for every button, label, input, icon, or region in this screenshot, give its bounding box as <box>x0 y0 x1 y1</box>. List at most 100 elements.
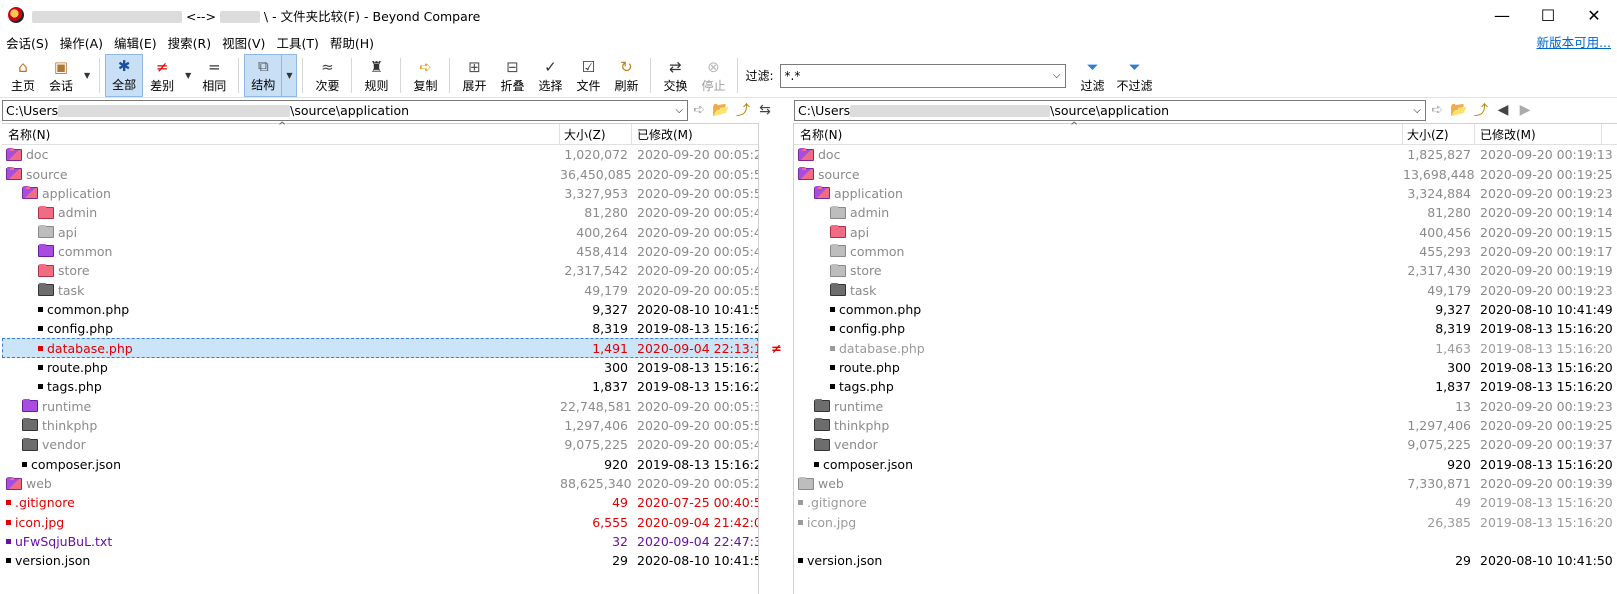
folder-row[interactable]: doc 1,825,827 2020-09-20 00:19:13 <box>794 145 1613 164</box>
no-filter-button[interactable]: ⏷ 不过滤 <box>1112 54 1158 97</box>
right-path-input[interactable]: C:\Users \source\application ⌵ <box>794 99 1426 121</box>
file-row[interactable]: route.php 300 2019-08-13 15:16:20 <box>2 358 770 377</box>
left-path-input[interactable]: C:\Users \source\application ⌵ <box>2 99 688 121</box>
folder-row[interactable]: common 458,414 2020-09-20 00:05:43 <box>2 242 770 261</box>
stop-button[interactable]: ⊗ 停止 <box>694 54 732 97</box>
file-row[interactable]: composer.json 920 2019-08-13 15:16:20 <box>794 455 1613 474</box>
collapse-button[interactable]: ⊟ 折叠 <box>493 54 531 97</box>
maximize-button[interactable]: ☐ <box>1525 0 1571 30</box>
folder-row[interactable]: source 36,450,085 2020-09-20 00:05:52 <box>2 164 770 183</box>
close-button[interactable]: ✕ <box>1571 0 1617 30</box>
left-file-pane[interactable]: ^ 名称(N) 大小(Z) 已修改(M) doc 1,020,072 2020-09… <box>2 121 770 594</box>
menu-tools[interactable]: 工具(T) <box>276 33 318 52</box>
file-row[interactable]: config.php 8,319 2019-08-13 15:16:20 <box>794 319 1613 338</box>
size-column-header[interactable]: 大小(Z) <box>1403 124 1475 144</box>
file-row[interactable]: route.php 300 2019-08-13 15:16:20 <box>794 358 1613 377</box>
open-folder-icon[interactable]: 📂 <box>1448 102 1470 118</box>
row-name-cell: common.php <box>2 302 560 317</box>
row-name-cell: tags.php <box>794 379 1403 394</box>
chevron-down-icon[interactable]: ⌵ <box>675 105 687 116</box>
copy-to-other-icon[interactable]: ➪ <box>688 102 710 118</box>
folder-row[interactable]: web 88,625,340 2020-09-20 00:05:26 <box>2 474 770 493</box>
open-folder-icon[interactable]: 📂 <box>710 102 732 118</box>
folder-row[interactable]: thinkphp 1,297,406 2020-09-20 00:05:52 <box>2 416 770 435</box>
right-file-pane[interactable]: ^ 名称(N) 大小(Z) 已修改(M) doc 1,825,827 2020-09… <box>794 121 1617 594</box>
folder-row[interactable]: api 400,264 2020-09-20 00:05:49 <box>2 222 770 241</box>
folder-row[interactable]: doc 1,020,072 2020-09-20 00:05:26 <box>2 145 770 164</box>
file-row[interactable]: uFwSqjuBuL.txt 32 2020-09-04 22:47:35 <box>2 532 770 551</box>
update-available-link[interactable]: 新版本可用... <box>1537 32 1611 51</box>
menu-help[interactable]: 帮助(H) <box>330 33 374 52</box>
structure-dropdown[interactable]: ▼ <box>282 54 298 97</box>
back-icon[interactable]: ◀ <box>1492 102 1514 118</box>
menu-actions[interactable]: 操作(A) <box>60 33 103 52</box>
menu-view[interactable]: 视图(V) <box>222 33 265 52</box>
menu-edit[interactable]: 编辑(E) <box>114 33 157 52</box>
file-row[interactable]: common.php 9,327 2020-08-10 10:41:49 <box>794 300 1613 319</box>
name-column-header[interactable]: 名称(N) <box>794 124 1403 144</box>
folder-row[interactable]: task 49,179 2020-09-20 00:19:23 <box>794 280 1613 299</box>
folder-row[interactable]: store 2,317,430 2020-09-20 00:19:19 <box>794 261 1613 280</box>
structure-button[interactable]: ⧉ 结构 <box>244 54 283 97</box>
show-diff-button[interactable]: ≠ 差别 <box>143 54 181 97</box>
menu-session[interactable]: 会话(S) <box>6 33 49 52</box>
swap-button[interactable]: ⇄ 交换 <box>656 54 694 97</box>
chevron-down-icon[interactable]: ⌵ <box>1053 70 1065 81</box>
file-row[interactable]: config.php 8,319 2019-08-13 15:16:20 <box>2 319 770 338</box>
folder-row[interactable]: task 49,179 2020-09-20 00:05:50 <box>2 280 770 299</box>
minor-button[interactable]: ≈ 次要 <box>308 54 346 97</box>
diff-dropdown[interactable]: ▼ <box>181 54 195 97</box>
folder-row[interactable]: vendor 9,075,225 2020-09-20 00:19:37 <box>794 435 1613 454</box>
folder-row[interactable]: admin 81,280 2020-09-20 00:19:14 <box>794 203 1613 222</box>
folder-row[interactable]: application 3,324,884 2020-09-20 00:19:23 <box>794 184 1613 203</box>
folder-row[interactable]: runtime 13 2020-09-20 00:19:23 <box>794 396 1613 415</box>
file-row[interactable]: common.php 9,327 2020-08-10 10:41:50 <box>2 300 770 319</box>
file-row[interactable]: database.php 1,463 2019-08-13 15:16:20 <box>794 338 1613 357</box>
filter-input[interactable]: *.* ⌵ <box>779 63 1066 88</box>
filter-button[interactable]: ⏷ 过滤 <box>1074 54 1112 97</box>
forward-icon[interactable]: ▶ <box>1514 102 1536 118</box>
menu-search[interactable]: 搜索(R) <box>168 33 211 52</box>
folder-row[interactable]: runtime 22,748,581 2020-09-20 00:05:33 <box>2 396 770 415</box>
show-same-button[interactable]: = 相同 <box>195 54 233 97</box>
copy-to-other-icon[interactable]: ➪ <box>1426 102 1448 118</box>
folder-row[interactable]: common 455,293 2020-09-20 00:19:17 <box>794 242 1613 261</box>
chevron-down-icon[interactable]: ⌵ <box>1413 105 1425 116</box>
minimize-button[interactable]: — <box>1479 0 1525 30</box>
session-button[interactable]: ▣ 会话 <box>42 54 80 97</box>
file-row[interactable]: icon.jpg 6,555 2020-09-04 21:42:02 <box>2 513 770 532</box>
folder-row[interactable]: store 2,317,542 2020-09-20 00:05:48 <box>2 261 770 280</box>
folder-row[interactable]: web 7,330,871 2020-09-20 00:19:39 <box>794 474 1613 493</box>
folder-row[interactable]: source 13,698,448 2020-09-20 00:19:25 <box>794 164 1613 183</box>
row-name: web <box>818 476 844 492</box>
file-row[interactable]: tags.php 1,837 2019-08-13 15:16:20 <box>794 377 1613 396</box>
file-row[interactable]: version.json 29 2020-08-10 10:41:50 <box>794 551 1613 570</box>
show-all-button[interactable]: ✱ 全部 <box>105 54 144 97</box>
folder-row[interactable]: vendor 9,075,225 2020-09-20 00:05:41 <box>2 435 770 454</box>
expand-button[interactable]: ⊞ 展开 <box>455 54 493 97</box>
home-button[interactable]: ⌂ 主页 <box>4 54 42 97</box>
files-button[interactable]: ☑ 文件 <box>569 54 607 97</box>
file-row[interactable]: .gitignore 49 2020-07-25 00:40:54 <box>2 493 770 512</box>
rules-button[interactable]: ♜ 规则 <box>357 54 395 97</box>
select-button[interactable]: ✓ 选择 <box>531 54 569 97</box>
up-folder-icon[interactable]: ⤴ <box>1470 100 1492 120</box>
modified-column-header[interactable]: 已修改(M) <box>1475 124 1601 144</box>
file-row[interactable]: version.json 29 2020-08-10 10:41:52 <box>2 551 770 570</box>
file-row[interactable]: composer.json 920 2019-08-13 15:16:20 <box>2 455 770 474</box>
folder-row[interactable]: thinkphp 1,297,406 2020-09-20 00:19:25 <box>794 416 1613 435</box>
up-folder-icon[interactable]: ⤴ <box>732 100 754 120</box>
file-row[interactable]: database.php 1,491 2020-09-04 22:13:11 <box>2 338 770 358</box>
copy-button[interactable]: ➪ 复制 <box>406 54 444 97</box>
size-column-header[interactable]: 大小(Z) <box>560 124 632 144</box>
modified-column-header[interactable]: 已修改(M) <box>632 124 758 144</box>
folder-row[interactable]: api 400,456 2020-09-20 00:19:15 <box>794 222 1613 241</box>
swap-sides-icon[interactable]: ⇆ <box>754 102 776 118</box>
refresh-button[interactable]: ↻ 刷新 <box>607 54 645 97</box>
file-row[interactable]: .gitignore 49 2019-08-13 15:16:20 <box>794 493 1613 512</box>
session-dropdown[interactable]: ▼ <box>80 54 94 97</box>
folder-row[interactable]: admin 81,280 2020-09-20 00:05:41 <box>2 203 770 222</box>
folder-row[interactable]: application 3,327,953 2020-09-20 00:05:50 <box>2 184 770 203</box>
file-row[interactable]: icon.jpg 26,385 2019-08-13 15:16:20 <box>794 513 1613 532</box>
file-row[interactable]: tags.php 1,837 2019-08-13 15:16:20 <box>2 377 770 396</box>
